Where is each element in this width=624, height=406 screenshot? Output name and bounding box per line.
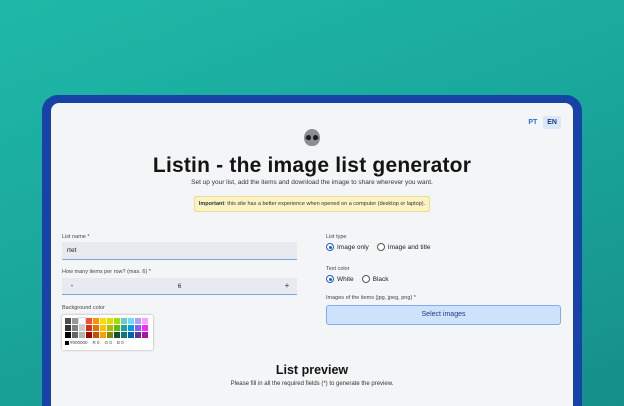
preview-title: List preview	[275, 363, 349, 377]
page-title: Listin - the image list generator	[152, 154, 472, 177]
color-swatch[interactable]	[135, 332, 141, 338]
color-swatch[interactable]	[114, 325, 120, 331]
g-field[interactable]: G 0	[105, 340, 112, 345]
select-images-button[interactable]: Select images	[326, 305, 561, 325]
language-switcher: PT EN	[524, 116, 561, 129]
color-swatch[interactable]	[78, 317, 86, 325]
r-field[interactable]: R 0	[93, 340, 100, 345]
background-color-label: Background color	[62, 305, 105, 311]
color-swatch[interactable]	[86, 318, 92, 324]
color-values: #000000 R 0 G 0 B 0	[65, 340, 150, 345]
radio-icon[interactable]	[376, 243, 385, 251]
color-swatch[interactable]	[93, 325, 99, 331]
list-type-label: List type	[326, 234, 347, 240]
items-per-row-stepper: - 6 +	[62, 278, 297, 295]
radio-icon[interactable]	[361, 275, 370, 283]
color-swatch[interactable]	[93, 332, 99, 338]
list-name-label: List name *	[62, 234, 90, 240]
lang-en-button[interactable]: EN	[543, 116, 561, 129]
color-swatch[interactable]	[65, 318, 71, 324]
list-type-image-and-title[interactable]: Image and title	[376, 243, 430, 251]
color-swatch[interactable]	[100, 325, 106, 331]
color-swatch[interactable]	[86, 332, 92, 338]
text-color-label: Text color	[326, 266, 350, 272]
color-swatch[interactable]	[107, 325, 113, 331]
color-swatch[interactable]	[135, 318, 141, 324]
color-swatch[interactable]	[72, 318, 78, 324]
radio-selected-icon[interactable]	[326, 275, 334, 283]
color-swatch[interactable]	[121, 325, 127, 331]
notice-strong: Important	[198, 201, 225, 207]
color-swatch[interactable]	[142, 332, 148, 338]
text-color-white[interactable]: White	[326, 275, 354, 283]
alien-icon	[304, 129, 320, 146]
color-swatch[interactable]	[128, 325, 134, 331]
list-type-image-only[interactable]: Image only	[326, 243, 369, 251]
list-type-options: Image only Image and title	[326, 243, 430, 251]
color-swatch[interactable]	[128, 318, 134, 324]
color-swatch[interactable]	[114, 318, 120, 324]
logo	[51, 129, 573, 151]
color-swatch[interactable]	[79, 325, 85, 331]
color-swatches	[65, 317, 150, 338]
color-swatch[interactable]	[72, 325, 78, 331]
images-label: Images of the items (jpg, jpeg, png) *	[326, 295, 416, 301]
color-picker: #000000 R 0 G 0 B 0	[62, 315, 153, 350]
important-notice: Important: this site has a better experi…	[194, 196, 430, 212]
lang-pt-button[interactable]: PT	[524, 116, 541, 129]
radio-selected-icon[interactable]	[326, 243, 334, 251]
color-swatch[interactable]	[128, 332, 134, 338]
color-swatch[interactable]	[79, 332, 85, 338]
color-swatch[interactable]	[135, 325, 141, 331]
color-swatch[interactable]	[114, 332, 120, 338]
color-swatch[interactable]	[142, 325, 148, 331]
text-color-options: White Black	[326, 275, 389, 283]
notice-text: : this site has a better experience when…	[224, 201, 426, 207]
increment-button[interactable]: +	[279, 278, 295, 295]
color-swatch[interactable]	[142, 318, 148, 324]
preview-note: Please fill in all the required fields (…	[230, 381, 394, 387]
list-name-input[interactable]: rtet	[62, 242, 297, 260]
color-swatch[interactable]	[100, 318, 106, 324]
b-field[interactable]: B 0	[117, 340, 124, 345]
items-per-row-value[interactable]: 6	[62, 278, 297, 295]
text-color-black[interactable]: Black	[361, 275, 389, 283]
app-screen: PT EN Listin - the image list generator …	[51, 103, 573, 406]
color-swatch[interactable]	[107, 318, 113, 324]
hex-field[interactable]: #000000	[65, 340, 88, 345]
items-per-row-label: How many items per row? (max. 6) *	[62, 269, 151, 275]
color-swatch[interactable]	[107, 332, 113, 338]
color-swatch[interactable]	[121, 318, 127, 324]
color-swatch[interactable]	[65, 325, 71, 331]
page-subtitle: Set up your list, add the items and down…	[191, 179, 433, 186]
color-swatch[interactable]	[121, 332, 127, 338]
color-swatch[interactable]	[93, 318, 99, 324]
color-swatch[interactable]	[86, 325, 92, 331]
color-swatch[interactable]	[100, 332, 106, 338]
color-swatch[interactable]	[65, 332, 71, 338]
color-swatch[interactable]	[72, 332, 78, 338]
